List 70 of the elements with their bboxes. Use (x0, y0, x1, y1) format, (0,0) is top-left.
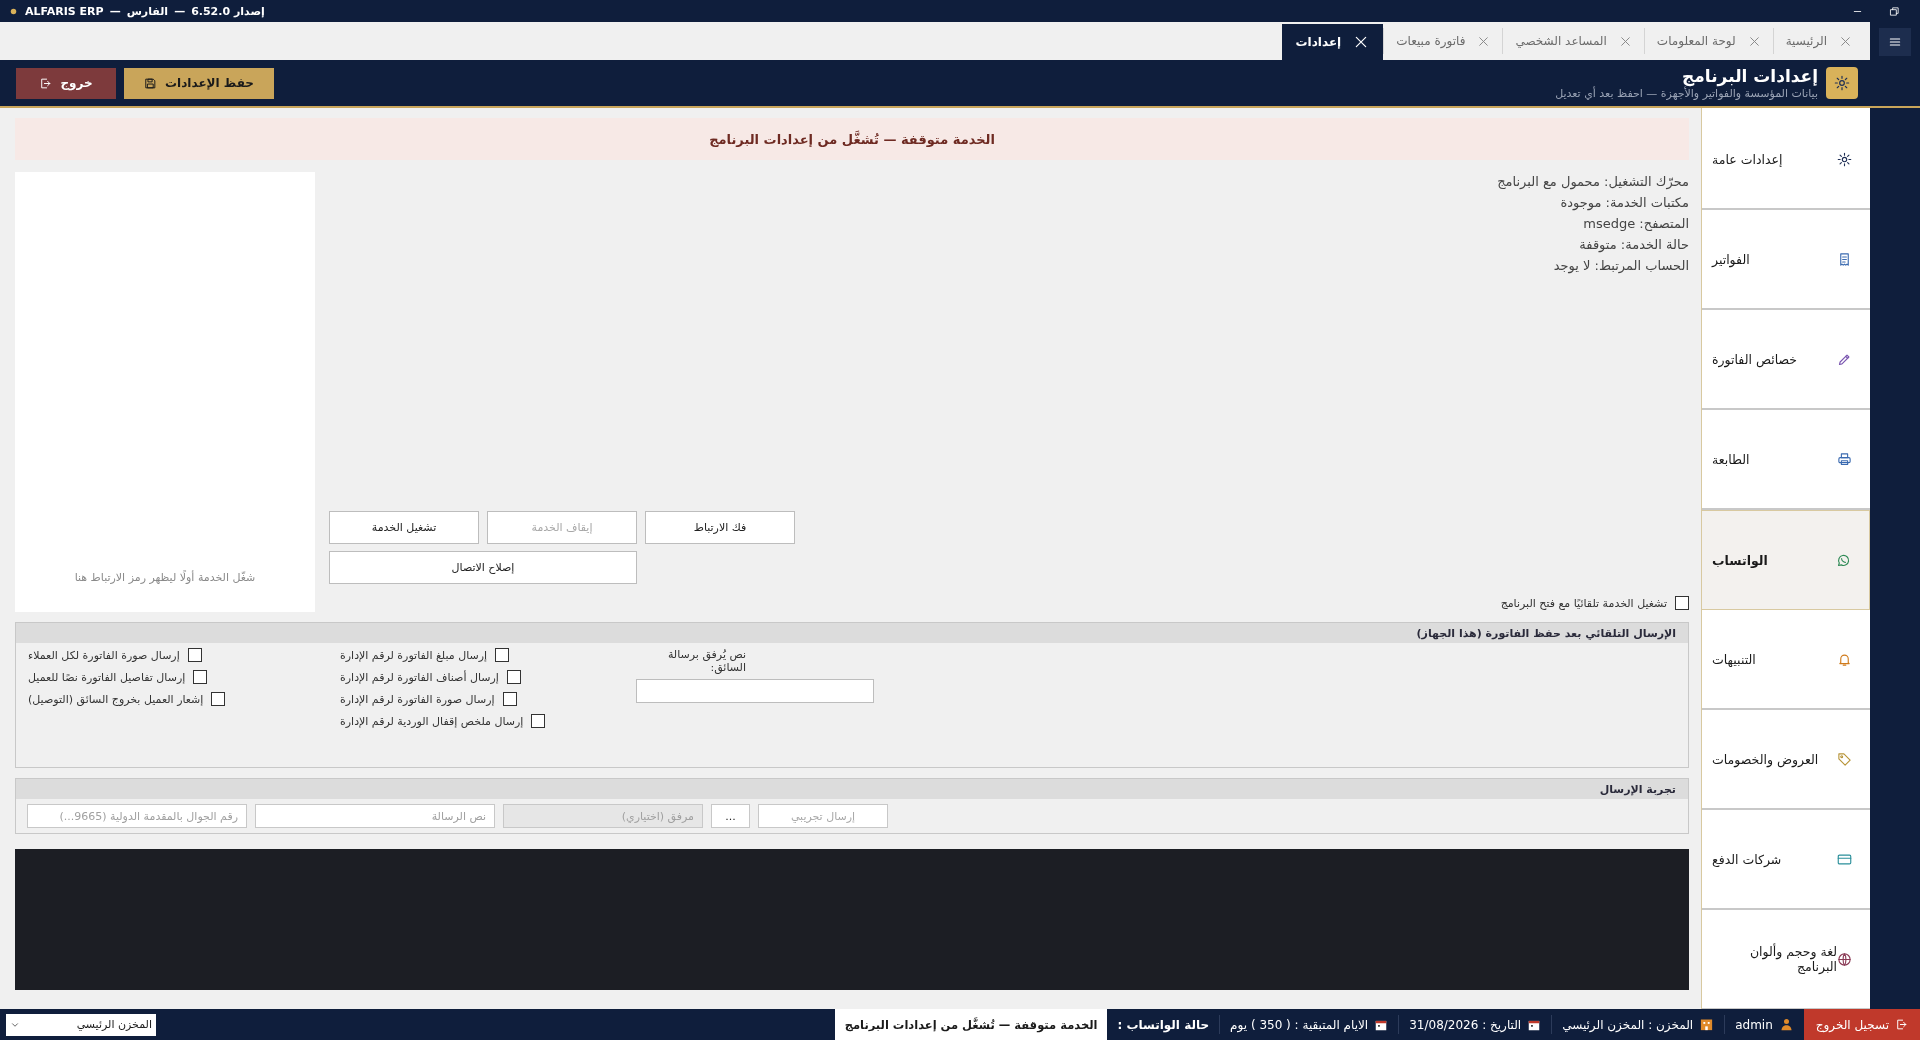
whatsapp-status: الخدمة متوقفة — تُشغَّل من إعدادات البرنامج (834, 1009, 1108, 1040)
warehouse-dropdown[interactable]: المخزن الرئيسي (6, 1013, 156, 1036)
checkbox[interactable] (502, 692, 517, 706)
checkbox[interactable] (1675, 596, 1689, 610)
exit-button[interactable]: خروج (16, 67, 116, 99)
checkbox-label: إرسال مبلغ الفاتورة لرقم الإدارة (340, 648, 488, 662)
version-label: إصدار 6.52.0 (191, 4, 265, 18)
browse-button[interactable]: ... (711, 804, 750, 828)
group-title: تجربة الإرسال (1599, 782, 1676, 796)
phone-field[interactable]: رقم الجوال بالمقدمة الدولية (9665...) (27, 804, 247, 828)
card-icon (1837, 851, 1852, 867)
app-name: ALFARIS ERP (25, 4, 104, 18)
user-name: admin (1735, 1017, 1773, 1032)
service-button[interactable]: تشغيل الخدمة (329, 511, 479, 544)
exit-icon (1895, 1018, 1908, 1031)
checkbox[interactable] (193, 670, 208, 684)
info-line: المتصفح: msedge (1583, 216, 1689, 231)
exit-icon (39, 76, 53, 90)
checkbox[interactable] (506, 670, 521, 684)
building-icon (1699, 1017, 1715, 1032)
checkbox[interactable] (531, 714, 546, 728)
page-subtitle: بيانات المؤسسة والفواتير والأجهزة — احفظ بعد أي تعديل (1555, 87, 1818, 100)
status-banner: الخدمة متوقفة — تُشغَّل من إعدادات البرنامج (15, 118, 1689, 160)
tab[interactable]: إعدادات (1281, 24, 1384, 60)
checkbox[interactable] (187, 648, 202, 662)
info-line: محرّك التشغيل: محمول مع البرنامج (1497, 174, 1689, 189)
tab[interactable]: لوحة المعلومات (1643, 28, 1773, 54)
checkbox-label: إرسال تفاصيل الفاتورة نصًا للعميل (28, 670, 186, 684)
message-field[interactable]: نص الرسالة (255, 804, 495, 828)
checkbox[interactable] (211, 692, 226, 706)
tag-icon (1837, 751, 1852, 767)
checkbox-label: إرسال صورة الفاتورة لرقم الإدارة (340, 692, 495, 706)
separator: — (109, 4, 121, 18)
checkbox-label: تشغيل الخدمة تلقائيًا مع فتح البرنامج (1500, 596, 1667, 610)
chat-bubble-icon (1836, 552, 1851, 568)
app-name: الفارس (126, 4, 169, 18)
date-label: التاريخ : 31/08/2026 (1409, 1017, 1522, 1032)
service-button[interactable]: إصلاح الاتصال (329, 551, 637, 584)
group-title: الإرسال التلقائي بعد حفظ الفاتورة (هذا الجهاز) (1416, 626, 1676, 640)
restore-icon[interactable] (1889, 5, 1900, 17)
checkbox-label: إرسال ملخص إقفال الوردية لرقم الإدارة (340, 714, 524, 728)
info-line: حالة الخدمة: متوقفة (1579, 237, 1689, 252)
menu-button[interactable] (1879, 28, 1911, 56)
sidebar-item[interactable]: الواتساب (1702, 510, 1870, 610)
checkbox-label: إشعار العميل بخروج السائق (التوصيل) (28, 692, 204, 706)
field-label: نص يُرفق برسالة السائق: (666, 648, 746, 674)
tab[interactable]: الرئيسية (1772, 28, 1864, 54)
input-field[interactable] (636, 679, 874, 703)
service-button[interactable]: فك الارتباط (645, 511, 795, 544)
page-title: إعدادات البرنامج (1682, 66, 1818, 86)
checkbox-label: إرسال أصناف الفاتورة لرقم الإدارة (340, 670, 499, 684)
tab[interactable]: المساعد الشخصي (1502, 28, 1644, 54)
bell-icon (1837, 651, 1852, 667)
info-line: الحساب المرتبط: لا يوجد (1553, 258, 1689, 273)
whatsapp-status-label: حالة الواتساب : (1116, 1017, 1211, 1032)
info-line: مكتبات الخدمة: موجودة (1560, 195, 1689, 210)
globe-icon (1837, 951, 1852, 967)
menu-icon (1888, 35, 1902, 49)
save-button[interactable]: حفظ الإعدادات (124, 67, 274, 99)
separator: — (174, 4, 186, 18)
gear-icon (1837, 151, 1852, 167)
days-left-label: الايام المتبقية : ( 350 ) يوم (1230, 1017, 1369, 1032)
checkbox[interactable] (495, 648, 510, 662)
warehouse-label: المخزن : المخزن الرئيسي (1562, 1017, 1694, 1032)
logout-button[interactable]: تسجيل الخروج (1803, 1009, 1920, 1040)
checkbox-label: إرسال صورة الفاتورة لكل العملاء (28, 648, 180, 662)
qr-hint: شغّل الخدمة أولًا ليظهر رمز الارتباط هنا (74, 571, 256, 584)
gear-icon (1834, 75, 1850, 91)
printer-icon (1837, 451, 1852, 467)
receipt-icon (1837, 251, 1852, 267)
